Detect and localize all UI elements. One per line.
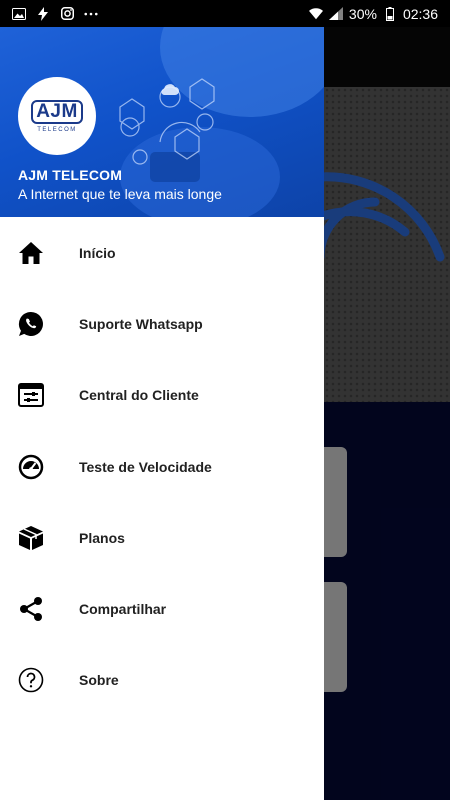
battery-percent: 30% (348, 5, 377, 22)
signal-icon (328, 7, 343, 21)
menu-item-suporte-whatsapp[interactable]: Suporte Whatsapp (0, 288, 324, 359)
speedometer-icon (17, 453, 45, 481)
image-icon (12, 7, 26, 21)
instagram-icon (60, 7, 74, 21)
navigation-drawer: AJM TELECOM AJM TELECOM A Internet que t… (0, 27, 324, 800)
logo-subtext: TELECOM (37, 126, 77, 133)
drawer-header: AJM TELECOM AJM TELECOM A Internet que t… (0, 27, 324, 217)
logo-text: AJM (31, 99, 83, 124)
home-icon (17, 239, 45, 267)
menu-item-label: Início (79, 244, 116, 261)
menu-item-teste-de-velocidade[interactable]: Teste de Velocidade (0, 431, 324, 502)
share-icon (17, 595, 45, 623)
battery-icon (383, 6, 397, 21)
status-time: 02:36 (402, 5, 438, 22)
client-panel-icon (17, 381, 45, 409)
menu-item-inicio[interactable]: Início (0, 217, 324, 288)
more-icon (84, 7, 98, 21)
drawer-title: AJM TELECOM (18, 167, 123, 183)
menu-item-planos[interactable]: Planos (0, 502, 324, 573)
help-circle-icon (17, 666, 45, 694)
status-bar: 30% 02:36 (0, 0, 450, 27)
menu-item-label: Planos (79, 529, 125, 546)
menu-item-label: Sobre (79, 672, 119, 689)
status-bar-system: 30% 02:36 (308, 5, 438, 22)
drawer-menu: Início Suporte Whatsapp Central do Clien… (0, 217, 324, 716)
menu-item-label: Compartilhar (79, 601, 167, 618)
menu-item-central-do-cliente[interactable]: Central do Cliente (0, 360, 324, 431)
package-icon (17, 524, 45, 552)
whatsapp-icon (17, 310, 45, 338)
status-bar-notifications (12, 6, 98, 21)
menu-item-label: Suporte Whatsapp (79, 315, 203, 332)
flash-icon (36, 6, 50, 21)
menu-item-sobre[interactable]: Sobre (0, 645, 324, 716)
company-logo: AJM TELECOM (18, 77, 96, 155)
drawer-subtitle: A Internet que te leva mais longe (18, 186, 222, 202)
wifi-icon (308, 7, 323, 21)
menu-item-label: Central do Cliente (79, 387, 199, 404)
menu-item-compartilhar[interactable]: Compartilhar (0, 573, 324, 644)
menu-item-label: Teste de Velocidade (79, 458, 212, 475)
